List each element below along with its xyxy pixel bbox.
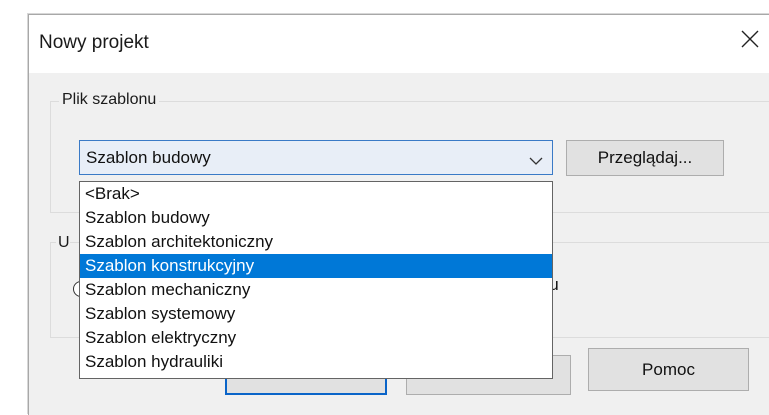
dropdown-option-structural[interactable]: Szablon konstrukcyjny [80,254,552,278]
dropdown-option-electrical[interactable]: Szablon elektryczny [80,326,552,350]
template-select[interactable]: Szablon budowy [79,140,553,175]
browse-button[interactable]: Przeglądaj... [566,140,724,176]
template-file-group-label: Plik szablonu [59,91,160,109]
title-bar: Nowy projekt [29,15,769,73]
dropdown-option-none[interactable]: <Brak> [80,182,552,206]
template-dropdown-list: <Brak> Szablon budowy Szablon architekto… [79,181,553,379]
chevron-down-icon [529,151,543,171]
close-icon [741,30,759,48]
close-button[interactable] [732,21,768,57]
dropdown-option-plumbing[interactable]: Szablon hydrauliki [80,350,552,374]
dialog-title: Nowy projekt [39,32,149,53]
project-type-group-label: U [56,234,70,252]
dropdown-option-building[interactable]: Szablon budowy [80,206,552,230]
help-button[interactable]: Pomoc [588,348,749,391]
dropdown-option-architectural[interactable]: Szablon architektoniczny [80,230,552,254]
template-select-value: Szablon budowy [86,148,211,167]
dropdown-option-mechanical[interactable]: Szablon mechaniczny [80,278,552,302]
dropdown-option-systems[interactable]: Szablon systemowy [80,302,552,326]
new-project-dialog: Nowy projekt Plik szablonu Szablon budow… [28,14,769,415]
